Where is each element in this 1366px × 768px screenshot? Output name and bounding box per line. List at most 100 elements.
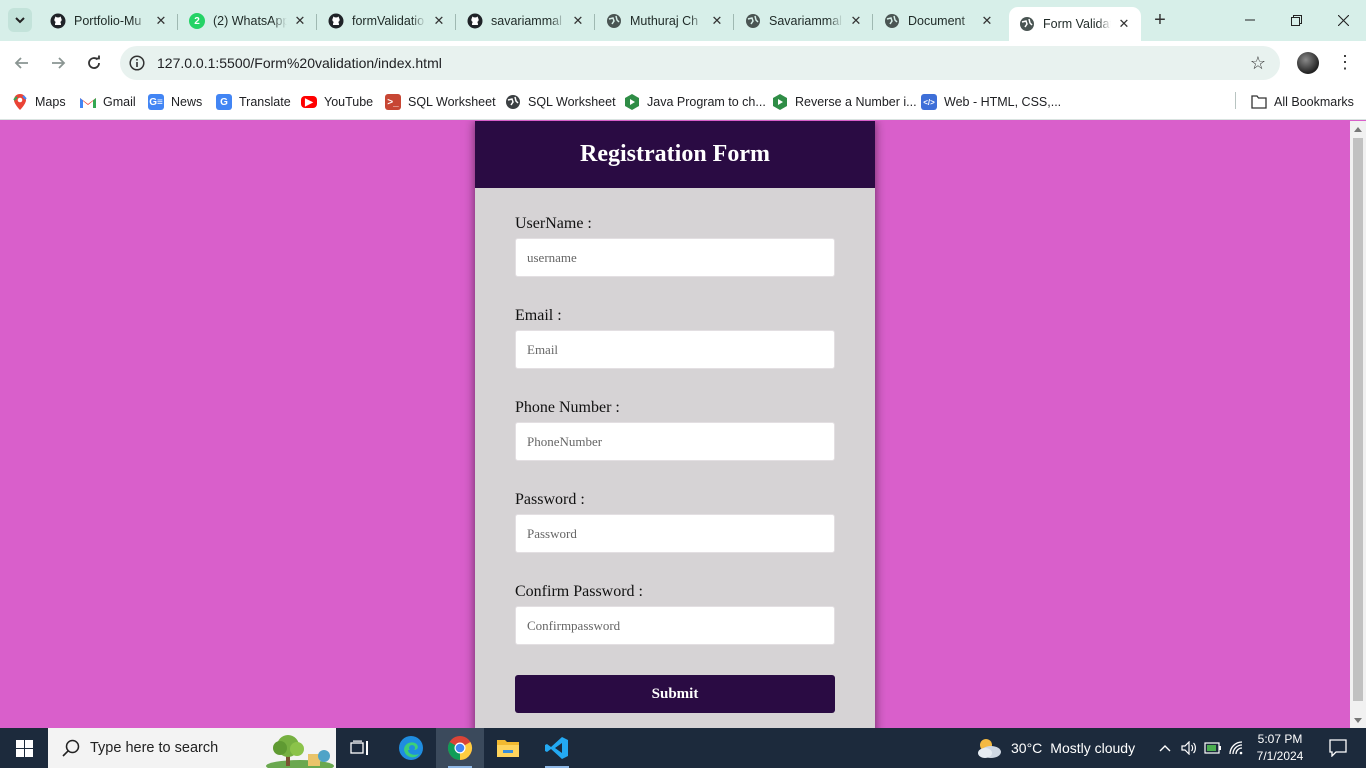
start-button[interactable] <box>0 728 48 768</box>
system-clock[interactable]: 5:07 PM 7/1/2024 <box>1248 731 1312 765</box>
confirm-password-label: Confirm Password : <box>515 583 643 600</box>
weather-condition: Mostly cloudy <box>1050 740 1136 756</box>
tab-savariammal-github[interactable]: savariammal ✕ <box>457 6 595 36</box>
bookmark-reverse-number[interactable]: Reverse a Number i... <box>772 92 917 112</box>
bookmark-news[interactable]: G≡ News <box>148 92 202 112</box>
address-bar[interactable]: 127.0.0.1:5500/Form%20validation/index.h… <box>120 46 1280 80</box>
tab-savariammal[interactable]: Savariammal ✕ <box>735 6 873 36</box>
notifications-button[interactable] <box>1318 728 1358 768</box>
close-window-button[interactable] <box>1320 0 1366 40</box>
bookmark-sql-worksheet-1[interactable]: >_ SQL Worksheet <box>385 92 496 112</box>
bookmark-label: Web - HTML, CSS,... <box>944 95 1062 109</box>
tab-title: Form Validat <box>1043 17 1111 31</box>
reload-button[interactable] <box>82 51 106 75</box>
minimize-button[interactable] <box>1227 0 1273 40</box>
scrollbar-thumb[interactable] <box>1353 138 1363 701</box>
tab-strip: Portfolio-Mu ✕ 2 (2) WhatsApp ✕ formVali… <box>0 0 1366 41</box>
close-tab-icon[interactable]: ✕ <box>1117 16 1131 32</box>
menu-kebab-icon[interactable]: ⋮ <box>1336 51 1354 75</box>
bookmark-label: Gmail <box>103 95 136 109</box>
task-view-icon <box>350 740 368 755</box>
close-tab-icon[interactable]: ✕ <box>293 13 307 29</box>
volume-button[interactable] <box>1178 728 1200 768</box>
gmail-icon <box>80 94 96 110</box>
chevron-down-icon <box>15 17 25 24</box>
tab-whatsapp[interactable]: 2 (2) WhatsApp ✕ <box>179 6 317 36</box>
all-bookmarks-button[interactable]: All Bookmarks <box>1251 92 1354 112</box>
maps-icon <box>12 94 28 110</box>
bookmark-label: News <box>171 95 203 109</box>
whatsapp-icon: 2 <box>189 13 205 29</box>
translate-icon: G <box>216 94 232 110</box>
close-tab-icon[interactable]: ✕ <box>432 13 446 29</box>
phone-label: Phone Number : <box>515 399 620 416</box>
tab-muthuraj[interactable]: Muthuraj Ch ✕ <box>596 6 734 36</box>
battery-button[interactable] <box>1202 728 1224 768</box>
arrow-left-icon <box>14 57 28 69</box>
search-highlight-scene-icon <box>266 735 334 768</box>
close-tab-icon[interactable]: ✕ <box>154 13 168 29</box>
site-info-icon[interactable] <box>129 55 145 71</box>
windows-logo-icon <box>15 739 33 757</box>
taskbar-vscode[interactable] <box>533 728 581 768</box>
github-icon <box>467 13 483 29</box>
news-icon: G≡ <box>148 94 164 110</box>
weather-widget[interactable]: 30°C Mostly cloudy <box>975 728 1135 768</box>
green-play-icon <box>772 94 788 110</box>
browser-toolbar: 127.0.0.1:5500/Form%20validation/index.h… <box>0 41 1366 85</box>
scroll-up-arrow-icon[interactable] <box>1354 127 1362 132</box>
confirm-password-input[interactable] <box>515 606 835 645</box>
bookmark-youtube[interactable]: ▶ YouTube <box>301 92 373 112</box>
submit-button[interactable]: Submit <box>515 675 835 713</box>
close-tab-icon[interactable]: ✕ <box>571 13 585 29</box>
taskbar-file-explorer[interactable] <box>484 728 532 768</box>
tab-document[interactable]: Document ✕ <box>874 6 1004 36</box>
bookmark-star-icon[interactable]: ☆ <box>1250 53 1266 74</box>
close-tab-icon[interactable]: ✕ <box>710 13 724 29</box>
email-label: Email : <box>515 307 562 324</box>
network-button[interactable] <box>1226 728 1248 768</box>
github-icon <box>328 13 344 29</box>
bookmark-gmail[interactable]: Gmail <box>80 92 136 112</box>
task-view-button[interactable] <box>336 728 384 768</box>
password-input[interactable] <box>515 514 835 553</box>
restore-icon <box>1290 14 1302 26</box>
forward-button[interactable] <box>46 51 70 75</box>
show-hidden-icons-button[interactable] <box>1154 728 1176 768</box>
back-button[interactable] <box>10 51 34 75</box>
taskbar-chrome[interactable] <box>436 728 484 768</box>
email-input[interactable] <box>515 330 835 369</box>
close-tab-icon[interactable]: ✕ <box>980 13 994 29</box>
minimize-icon <box>1245 19 1255 21</box>
phone-input[interactable] <box>515 422 835 461</box>
form-header: Registration Form <box>475 121 875 188</box>
globe-icon <box>505 94 521 110</box>
tab-search-button[interactable] <box>8 8 32 32</box>
tab-form-validation[interactable]: Form Validat ✕ <box>1009 7 1141 41</box>
new-tab-button[interactable]: + <box>1150 10 1170 30</box>
search-placeholder: Type here to search <box>90 740 219 756</box>
bookmark-sql-worksheet-2[interactable]: SQL Worksheet <box>505 92 616 112</box>
tab-formvalidation[interactable]: formValidatio ✕ <box>318 6 456 36</box>
edge-icon <box>399 736 423 760</box>
close-tab-icon[interactable]: ✕ <box>849 13 863 29</box>
profile-avatar[interactable] <box>1297 52 1319 74</box>
vscode-icon <box>545 737 568 759</box>
bookmark-label: Java Program to ch... <box>647 95 766 109</box>
url-text[interactable]: 127.0.0.1:5500/Form%20validation/index.h… <box>157 55 442 71</box>
green-play-icon <box>624 94 640 110</box>
username-input[interactable] <box>515 238 835 277</box>
bookmark-translate[interactable]: G Translate <box>216 92 291 112</box>
bookmark-java-program[interactable]: Java Program to ch... <box>624 92 766 112</box>
tab-portfolio[interactable]: Portfolio-Mu ✕ <box>40 6 178 36</box>
taskbar-search-box[interactable]: Type here to search <box>48 728 336 768</box>
close-icon <box>1337 14 1349 26</box>
bookmark-web-html[interactable]: </> Web - HTML, CSS,... <box>921 92 1061 112</box>
restore-button[interactable] <box>1273 0 1319 40</box>
bookmark-maps[interactable]: Maps <box>12 92 66 112</box>
page-scrollbar[interactable] <box>1350 121 1366 728</box>
bookmarks-bar: Maps Gmail G≡ News G Translate ▶ YouTube… <box>0 85 1366 120</box>
taskbar-edge[interactable] <box>387 728 435 768</box>
tab-title: savariammal <box>491 14 562 28</box>
scroll-down-arrow-icon[interactable] <box>1354 718 1362 723</box>
